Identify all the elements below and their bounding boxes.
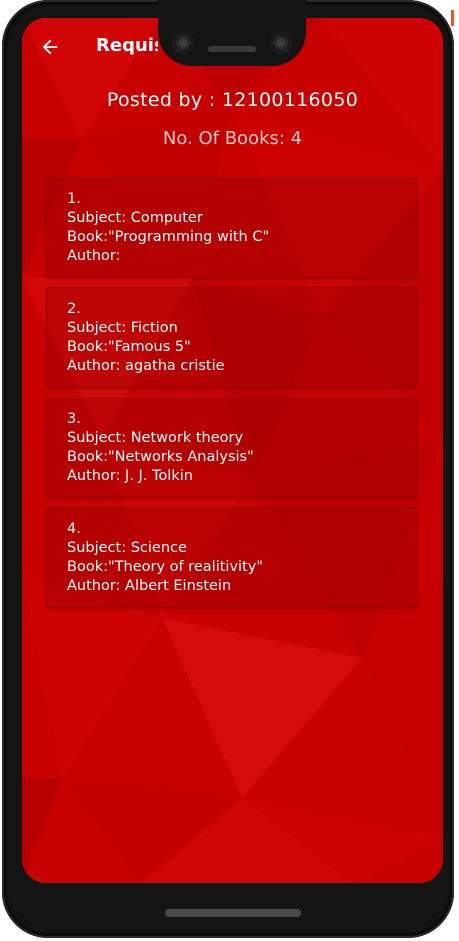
camera-notch <box>158 0 306 66</box>
earpiece-speaker <box>208 46 256 52</box>
phone-frame: Requisi Posted by : 12100116050 No. Of B… <box>2 0 454 938</box>
book-subject: Subject: Computer <box>67 210 203 226</box>
posted-by-label: Posted by : 12100116050 <box>106 89 359 111</box>
book-count-label: No. Of Books: 4 <box>162 128 303 149</box>
book-author: Author: J. J. Tolkin <box>67 468 193 484</box>
book-card[interactable]: 3. Subject: Network theory Book:"Network… <box>46 397 417 498</box>
book-title: Book:"Theory of realitivity" <box>67 559 263 575</box>
book-index: 4. <box>67 521 81 537</box>
book-card[interactable]: 4. Subject: Science Book:"Theory of real… <box>46 507 417 608</box>
book-title: Book:"Networks Analysis" <box>67 449 254 465</box>
book-card[interactable]: 1. Subject: Computer Book:"Programming w… <box>46 177 417 278</box>
book-subject: Subject: Science <box>67 540 187 556</box>
app-screen: Requisi Posted by : 12100116050 No. Of B… <box>22 18 443 883</box>
book-author: Author: Albert Einstein <box>67 578 232 594</box>
phone-side-accent <box>451 10 454 26</box>
book-author: Author: agatha cristie <box>67 358 225 374</box>
book-subject: Subject: Network theory <box>67 430 244 446</box>
book-list: 1. Subject: Computer Book:"Programming w… <box>46 177 417 617</box>
front-camera-icon <box>270 32 292 54</box>
book-card[interactable]: 2. Subject: Fiction Book:"Famous 5" Auth… <box>46 287 417 388</box>
front-camera-icon <box>172 32 194 54</box>
page-title: Requisi <box>96 35 158 56</box>
arrow-left-icon[interactable] <box>39 36 61 58</box>
book-title: Book:"Programming with C" <box>67 229 270 245</box>
book-subject: Subject: Fiction <box>67 320 178 336</box>
book-index: 2. <box>67 301 81 317</box>
bottom-speaker-grille <box>165 909 301 917</box>
book-author: Author: <box>67 248 121 264</box>
book-title: Book:"Famous 5" <box>67 339 191 355</box>
book-index: 1. <box>67 191 81 207</box>
book-index: 3. <box>67 411 81 427</box>
